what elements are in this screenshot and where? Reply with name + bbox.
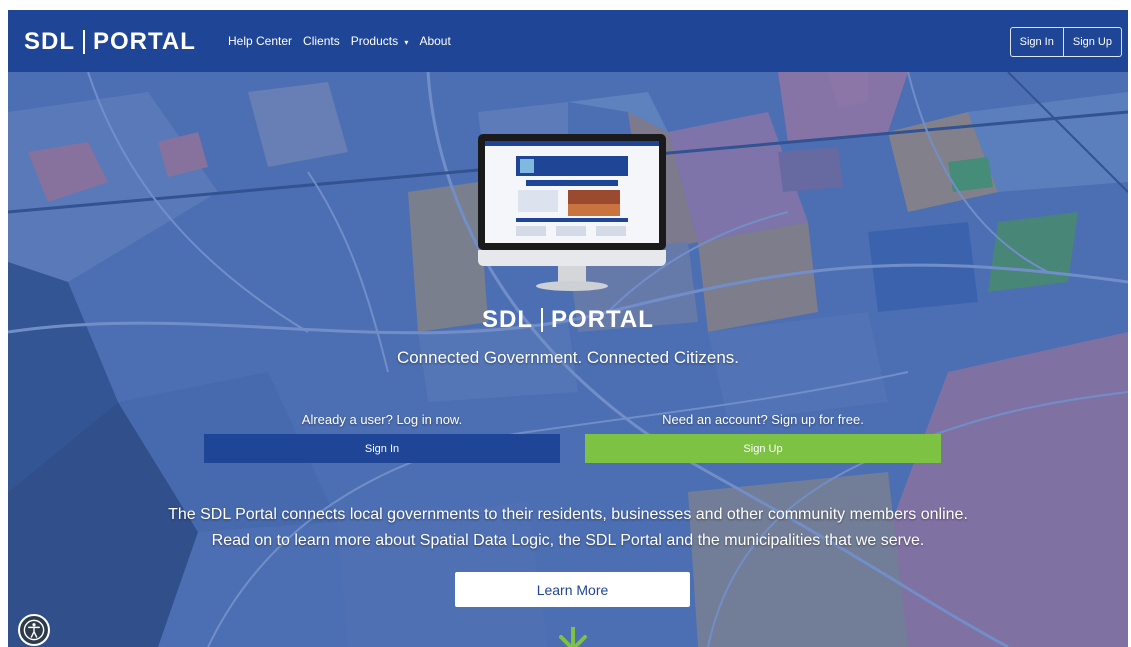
nav-sign-up-button[interactable]: Sign Up bbox=[1062, 28, 1121, 56]
description-line-1: The SDL Portal connects local government… bbox=[168, 506, 968, 523]
brand-logo-left: SDL bbox=[24, 28, 75, 55]
hero-logo-left: SDL bbox=[482, 306, 534, 333]
nav-link-help-center[interactable]: Help Center bbox=[228, 34, 292, 48]
brand-logo-divider bbox=[83, 30, 85, 54]
nav-links: Help Center Clients Products ▾ About bbox=[228, 10, 462, 72]
sign-in-button[interactable]: Sign In bbox=[204, 434, 560, 463]
nav-link-products-label: Products bbox=[350, 34, 399, 48]
down-arrow-icon[interactable] bbox=[556, 627, 590, 647]
monitor-icon bbox=[478, 134, 666, 291]
brand-logo[interactable]: SDL PORTAL bbox=[24, 27, 196, 57]
login-prompt: Already a user? Log in now. bbox=[301, 412, 463, 427]
hero-tagline: Connected Government. Connected Citizens… bbox=[396, 348, 740, 367]
hero-logo-right: PORTAL bbox=[551, 306, 654, 333]
description-line-2: Read on to learn more about Spatial Data… bbox=[211, 532, 925, 549]
accessibility-icon[interactable] bbox=[18, 614, 50, 646]
brand-logo-right: PORTAL bbox=[93, 28, 196, 55]
learn-more-button[interactable]: Learn More bbox=[455, 572, 690, 607]
top-navbar: SDL PORTAL Help Center Clients Products … bbox=[8, 10, 1128, 72]
signup-prompt: Need an account? Sign up for free. bbox=[662, 412, 864, 427]
nav-sign-in-button[interactable]: Sign In bbox=[1011, 28, 1063, 56]
hero-logo: SDL PORTAL bbox=[8, 306, 1128, 334]
nav-link-clients[interactable]: Clients bbox=[303, 34, 340, 48]
chevron-down-icon: ▾ bbox=[404, 38, 409, 47]
nav-link-products[interactable]: Products ▾ bbox=[351, 34, 409, 48]
auth-button-group: Sign In Sign Up bbox=[1009, 27, 1122, 57]
page-frame: SDL PORTAL Help Center Clients Products … bbox=[8, 10, 1128, 647]
hero-section: SDL PORTAL Connected Government. Connect… bbox=[8, 72, 1128, 647]
hero-logo-divider bbox=[541, 308, 544, 332]
nav-link-about[interactable]: About bbox=[419, 34, 450, 48]
sign-up-button[interactable]: Sign Up bbox=[585, 434, 941, 463]
